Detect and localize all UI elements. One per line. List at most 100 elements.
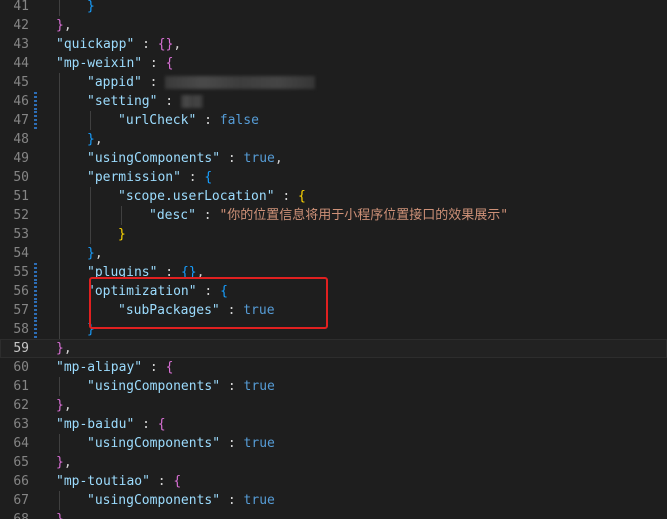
code-text: "usingComponents" : true (87, 377, 275, 396)
modified-line-indicator (34, 263, 37, 282)
line-number: 67 (13, 493, 29, 508)
code-text: "mp-weixin" : { (56, 54, 173, 73)
code-token: : (134, 37, 158, 52)
code-text: "subPackages" : true (118, 301, 275, 320)
code-line[interactable]: 41} (0, 0, 667, 16)
code-line[interactable]: 67 "usingComponents" : true (0, 491, 667, 510)
code-token: { (165, 360, 174, 375)
code-line[interactable]: 62}, (0, 396, 667, 415)
code-token: : (220, 436, 244, 451)
code-line[interactable]: 48}, (0, 130, 667, 149)
code-token: : (196, 284, 221, 299)
line-number: 58 (13, 322, 29, 337)
indent-guide (59, 73, 60, 92)
code-line[interactable]: 61 "usingComponents" : true (0, 377, 667, 396)
line-number: 63 (13, 417, 29, 432)
code-line[interactable]: 64 "usingComponents" : true (0, 434, 667, 453)
code-line[interactable]: 42}, (0, 16, 667, 35)
code-text: "scope.userLocation" : { (118, 187, 306, 206)
code-token: , (94, 132, 103, 147)
code-token: , (173, 37, 182, 52)
code-line[interactable]: 46 "setting" : (0, 92, 667, 111)
code-token: , (196, 265, 205, 280)
code-token: "mp-weixin" (56, 56, 143, 71)
code-text: "urlCheck" : false (118, 111, 259, 130)
code-text: } (118, 225, 126, 244)
indent-guide (59, 206, 60, 225)
code-token: false (219, 113, 259, 128)
code-text: "optimization" : { (87, 282, 228, 301)
code-line[interactable]: 57 "subPackages" : true (0, 301, 667, 320)
code-token: : (195, 208, 220, 223)
code-token: true (243, 151, 275, 166)
code-token: , (94, 246, 103, 261)
indent-guide (59, 434, 60, 453)
code-token: "subPackages" (118, 303, 220, 318)
line-number: 43 (13, 37, 29, 52)
code-token: "mp-baidu" (56, 417, 135, 432)
code-token: } (56, 512, 64, 519)
indent-guide (59, 111, 60, 130)
code-token: , (63, 398, 72, 413)
code-line[interactable]: 53} (0, 225, 667, 244)
code-line[interactable]: 51 "scope.userLocation" : { (0, 187, 667, 206)
line-number: 51 (13, 189, 29, 204)
code-line[interactable]: 55 "plugins" : {}, (0, 263, 667, 282)
modified-line-indicator (34, 282, 37, 301)
code-token: "mp-alipay" (56, 360, 143, 375)
indent-guide (59, 187, 60, 206)
code-token: , (63, 341, 72, 356)
code-token: "scope.userLocation" (118, 189, 275, 204)
code-line[interactable]: 54}, (0, 244, 667, 263)
code-line[interactable]: 49 "usingComponents" : true, (0, 149, 667, 168)
code-token: : (274, 189, 299, 204)
code-line[interactable]: 58} (0, 320, 667, 339)
code-line[interactable]: 50 "permission" : { (0, 168, 667, 187)
modified-line-indicator (34, 301, 37, 320)
code-line[interactable]: 45 "appid" : (0, 73, 667, 92)
code-line[interactable]: 59}, (0, 339, 667, 358)
modified-line-indicator (34, 320, 37, 339)
code-line[interactable]: 66 "mp-toutiao" : { (0, 472, 667, 491)
code-token: { (157, 417, 166, 432)
code-token: "usingComponents" (87, 151, 221, 166)
indent-guide (59, 301, 60, 320)
code-token: "quickapp" (56, 37, 135, 52)
code-line[interactable]: 47 "urlCheck" : false (0, 111, 667, 130)
code-token: : (142, 360, 166, 375)
redacted-value (165, 76, 316, 89)
code-line[interactable]: 44 "mp-weixin" : { (0, 54, 667, 73)
code-line[interactable]: 63 "mp-baidu" : { (0, 415, 667, 434)
code-token: : (220, 379, 244, 394)
line-number: 66 (13, 474, 29, 489)
code-line[interactable]: 43 "quickapp" : {}, (0, 35, 667, 54)
code-token: } (118, 227, 126, 242)
code-token: true (243, 493, 275, 508)
line-number: 45 (13, 75, 29, 90)
code-token: : (219, 303, 244, 318)
line-number: 41 (13, 0, 29, 14)
code-text: }, (56, 16, 72, 35)
indent-guide (59, 282, 60, 301)
code-line[interactable]: 56 "optimization" : { (0, 282, 667, 301)
line-number: 60 (13, 360, 29, 375)
indent-guide (90, 206, 91, 225)
code-token: { (204, 170, 213, 185)
code-line[interactable]: 52 "desc" : "你的位置信息将用于小程序位置接口的效果展示" (0, 206, 667, 225)
code-editor[interactable]: 41} 42}, 43 "quickapp" : {}, 44 "mp-weixin" :… (0, 0, 667, 519)
code-line[interactable]: 60 "mp-alipay" : { (0, 358, 667, 377)
code-text: }, (87, 244, 103, 263)
code-token: true (243, 379, 275, 394)
code-token: : (134, 417, 158, 432)
code-token: : (142, 56, 166, 71)
code-line[interactable]: 65}, (0, 453, 667, 472)
line-number: 64 (13, 436, 29, 451)
code-token: {} (180, 265, 197, 280)
indent-guide (59, 263, 60, 282)
code-token: : (157, 94, 181, 109)
code-token: "urlCheck" (118, 113, 197, 128)
code-token: true (243, 303, 275, 318)
code-line[interactable]: 68} (0, 510, 667, 519)
line-number: 44 (13, 56, 29, 71)
code-text: "mp-toutiao" : { (56, 472, 181, 491)
